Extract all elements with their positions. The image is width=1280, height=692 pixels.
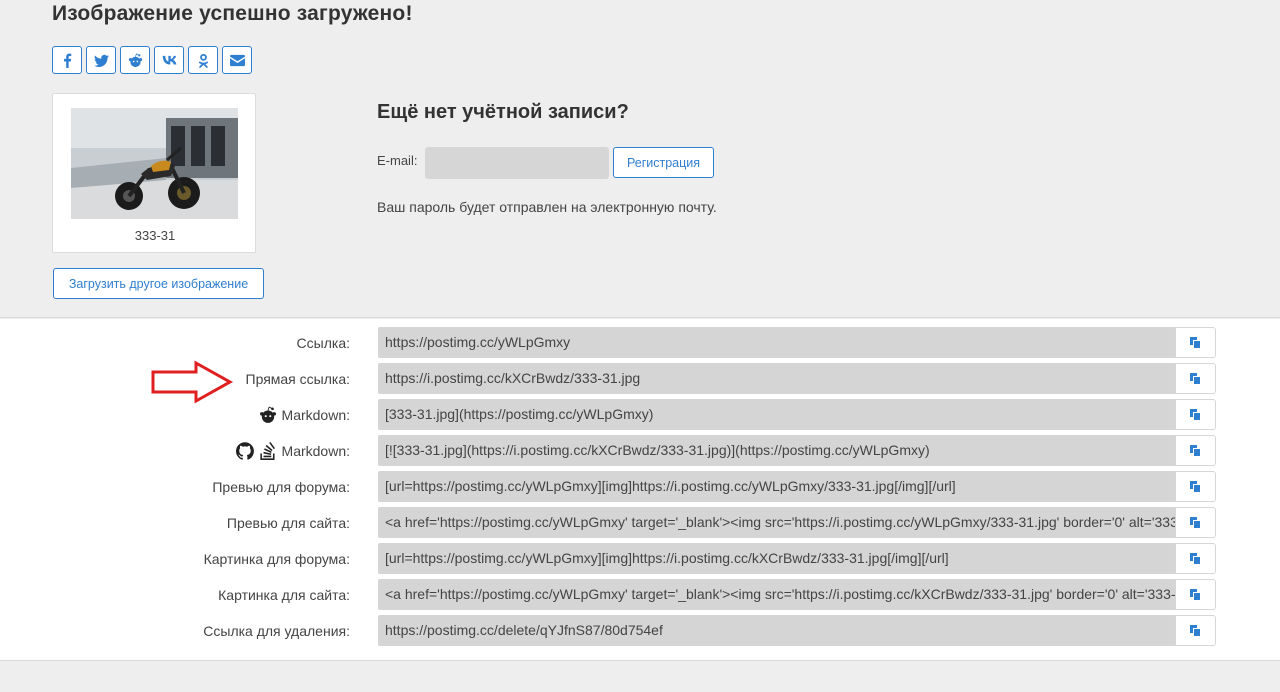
email-label: E-mail: xyxy=(377,153,418,168)
reddit-icon xyxy=(259,406,276,423)
delete-link-field[interactable]: https://postimg.cc/delete/qYJfnS87/80d75… xyxy=(378,615,1175,646)
copy-icon xyxy=(1190,445,1201,457)
stackoverflow-icon xyxy=(259,442,275,460)
odnoklassniki-icon xyxy=(198,53,208,68)
link-field[interactable]: https://postimg.cc/yWLpGmxy xyxy=(378,327,1175,358)
link-row-forum-thumbnail: Превью для форума: [url=https://postimg.… xyxy=(0,471,1280,503)
copy-button[interactable] xyxy=(1175,327,1216,358)
forum-image-field[interactable]: [url=https://postimg.cc/yWLpGmxy][img]ht… xyxy=(378,543,1175,574)
upload-result-panel: Изображение успешно загружено! 333-31 За… xyxy=(0,0,1280,318)
forum-thumbnail-field[interactable]: [url=https://postimg.cc/yWLpGmxy][img]ht… xyxy=(378,471,1175,502)
link-row-site-image: Картинка для сайта: <a href='https://pos… xyxy=(0,579,1280,611)
image-thumbnail-card[interactable]: 333-31 xyxy=(52,93,256,253)
reddit-icon xyxy=(128,52,142,67)
link-row-link: Ссылка: https://postimg.cc/yWLpGmxy xyxy=(0,327,1280,359)
row-label: Ссылка для удаления: xyxy=(203,623,350,639)
copy-icon xyxy=(1190,553,1201,565)
copy-button[interactable] xyxy=(1175,507,1216,538)
row-label: Картинка для сайта: xyxy=(218,587,350,603)
share-email-button[interactable] xyxy=(222,46,252,74)
copy-icon xyxy=(1190,589,1201,601)
markdown-github-field[interactable]: [![333-31.jpg](https://i.postimg.cc/kXCr… xyxy=(378,435,1175,466)
registration-title: Ещё нет учётной записи? xyxy=(377,101,629,123)
copy-icon xyxy=(1190,373,1201,385)
site-image-field[interactable]: <a href='https://postimg.cc/yWLpGmxy' ta… xyxy=(378,579,1175,610)
share-vk-button[interactable] xyxy=(154,46,184,74)
share-buttons xyxy=(52,46,252,74)
facebook-icon xyxy=(63,53,71,68)
image-thumbnail[interactable] xyxy=(71,108,238,219)
share-twitter-button[interactable] xyxy=(86,46,116,74)
copy-button[interactable] xyxy=(1175,579,1216,610)
copy-icon xyxy=(1190,409,1201,421)
page-title: Изображение успешно загружено! xyxy=(52,2,413,25)
link-row-delete-link: Ссылка для удаления: https://postimg.cc/… xyxy=(0,615,1280,647)
github-icon xyxy=(235,442,254,460)
annotation-arrow xyxy=(151,360,234,404)
copy-button[interactable] xyxy=(1175,543,1216,574)
vk-icon xyxy=(162,55,176,64)
image-name: 333-31 xyxy=(134,228,176,243)
envelope-icon xyxy=(229,54,245,66)
copy-icon xyxy=(1190,337,1201,349)
row-label: Превью для сайта: xyxy=(226,515,350,531)
row-label: Ссылка: xyxy=(296,335,350,351)
copy-button[interactable] xyxy=(1175,399,1216,430)
password-note: Ваш пароль будет отправлен на электронну… xyxy=(377,199,717,215)
row-label: Прямая ссылка: xyxy=(245,371,351,387)
email-input[interactable] xyxy=(425,147,609,179)
site-thumbnail-field[interactable]: <a href='https://postimg.cc/yWLpGmxy' ta… xyxy=(378,507,1175,538)
share-odnoklassniki-button[interactable] xyxy=(188,46,218,74)
row-label: Markdown: xyxy=(281,407,350,423)
direct-link-field[interactable]: https://i.postimg.cc/kXCrBwdz/333-31.jpg xyxy=(378,363,1175,394)
link-row-markdown-github: Markdown: [![333-31.jpg](https://i.posti… xyxy=(0,435,1280,467)
copy-button[interactable] xyxy=(1175,615,1216,646)
copy-button[interactable] xyxy=(1175,471,1216,502)
copy-button[interactable] xyxy=(1175,435,1216,466)
row-label: Превью для форума: xyxy=(212,479,350,495)
row-label: Картинка для форума: xyxy=(203,551,350,567)
link-row-site-thumbnail: Превью для сайта: <a href='https://posti… xyxy=(0,507,1280,539)
copy-button[interactable] xyxy=(1175,363,1216,394)
upload-another-button[interactable]: Загрузить другое изображение xyxy=(53,268,264,299)
register-button[interactable]: Регистрация xyxy=(613,147,714,178)
copy-icon xyxy=(1190,517,1201,529)
twitter-icon xyxy=(93,54,109,67)
copy-icon xyxy=(1190,481,1201,493)
markdown-reddit-field[interactable]: [333-31.jpg](https://postimg.cc/yWLpGmxy… xyxy=(378,399,1175,430)
link-row-forum-image: Картинка для форума: [url=https://postim… xyxy=(0,543,1280,575)
share-reddit-button[interactable] xyxy=(120,46,150,74)
share-facebook-button[interactable] xyxy=(52,46,82,74)
row-label: Markdown: xyxy=(281,443,350,459)
motorcycle-photo xyxy=(71,108,238,219)
copy-icon xyxy=(1190,625,1201,637)
